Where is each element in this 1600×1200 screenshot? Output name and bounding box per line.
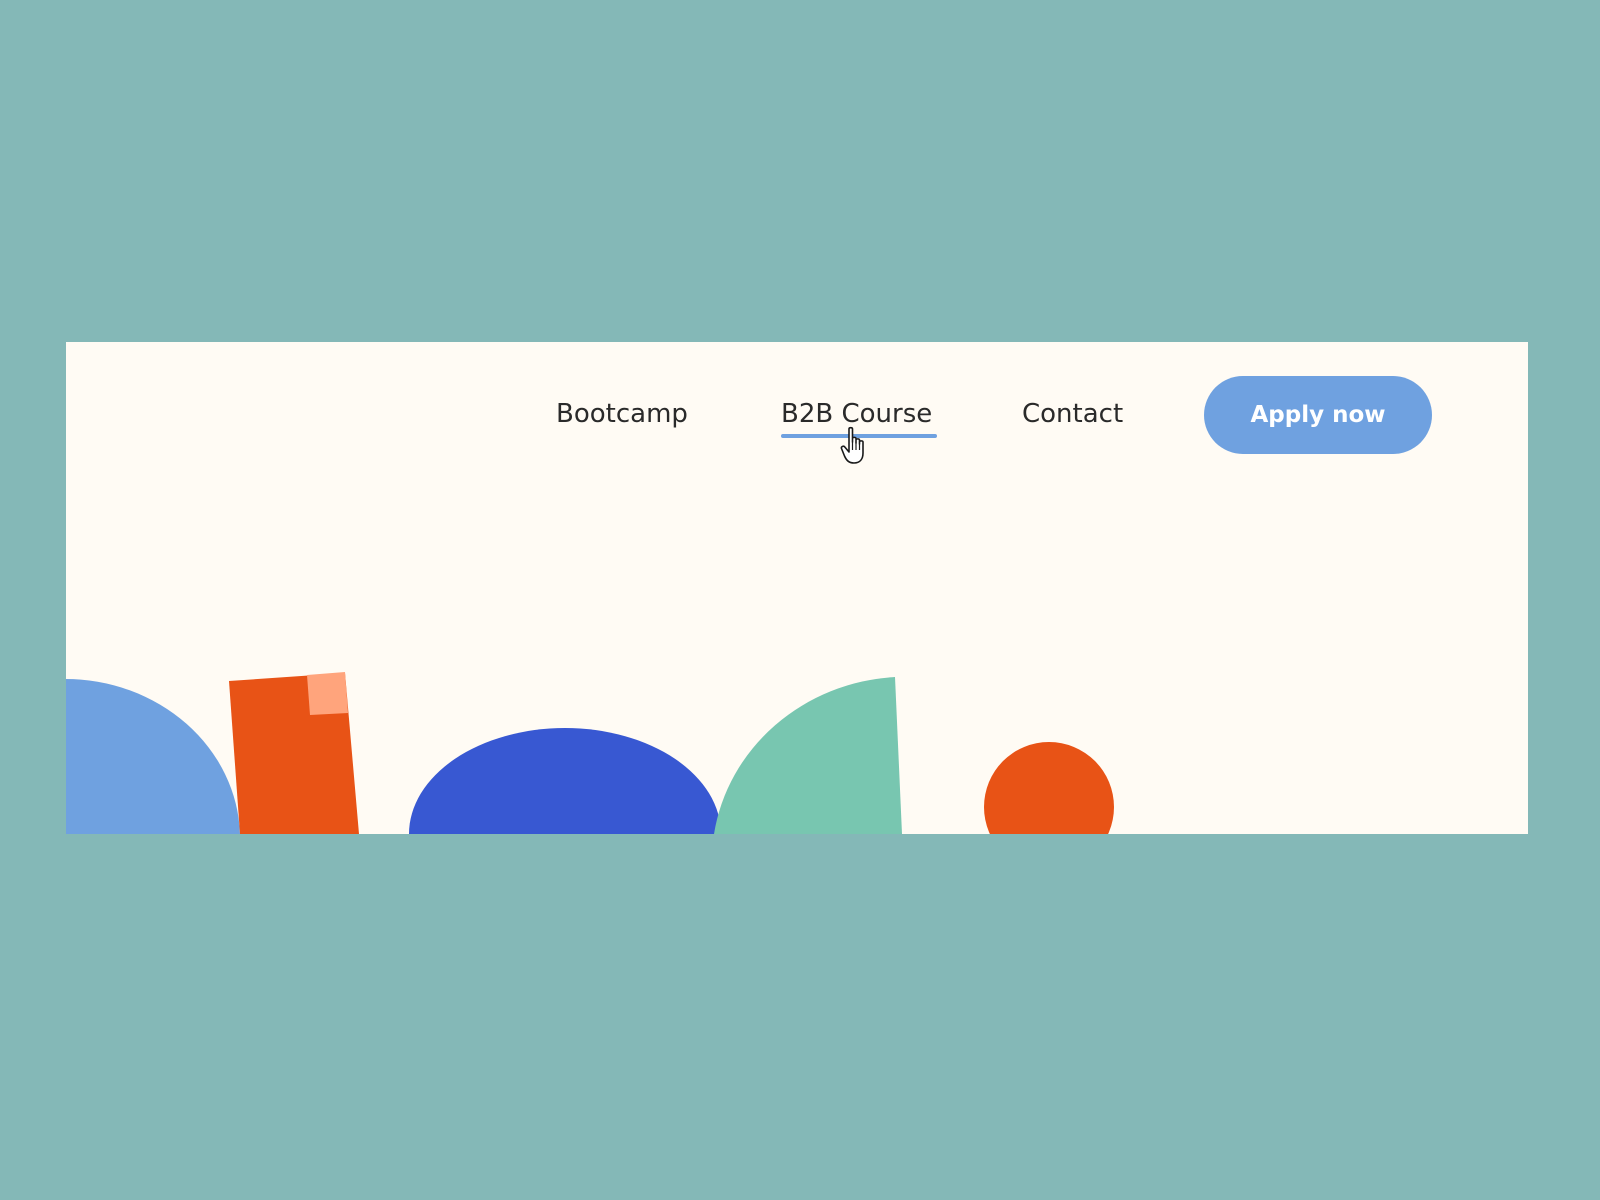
nav-link-bootcamp[interactable]: Bootcamp [556,398,688,430]
light-blue-quarter-circle [66,679,240,834]
mint-quarter-circle [714,677,902,834]
nav-link-contact[interactable]: Contact [1022,398,1123,430]
website-header: Bootcamp B2B Course Contact Apply now [66,342,1528,834]
royal-blue-semicircle [409,728,721,834]
peach-square [307,672,348,715]
apply-now-button[interactable]: Apply now [1204,376,1432,454]
hand-pointer-icon [840,426,864,464]
orange-circle [984,742,1114,834]
main-navigation: Bootcamp B2B Course Contact Apply now [66,342,1528,492]
